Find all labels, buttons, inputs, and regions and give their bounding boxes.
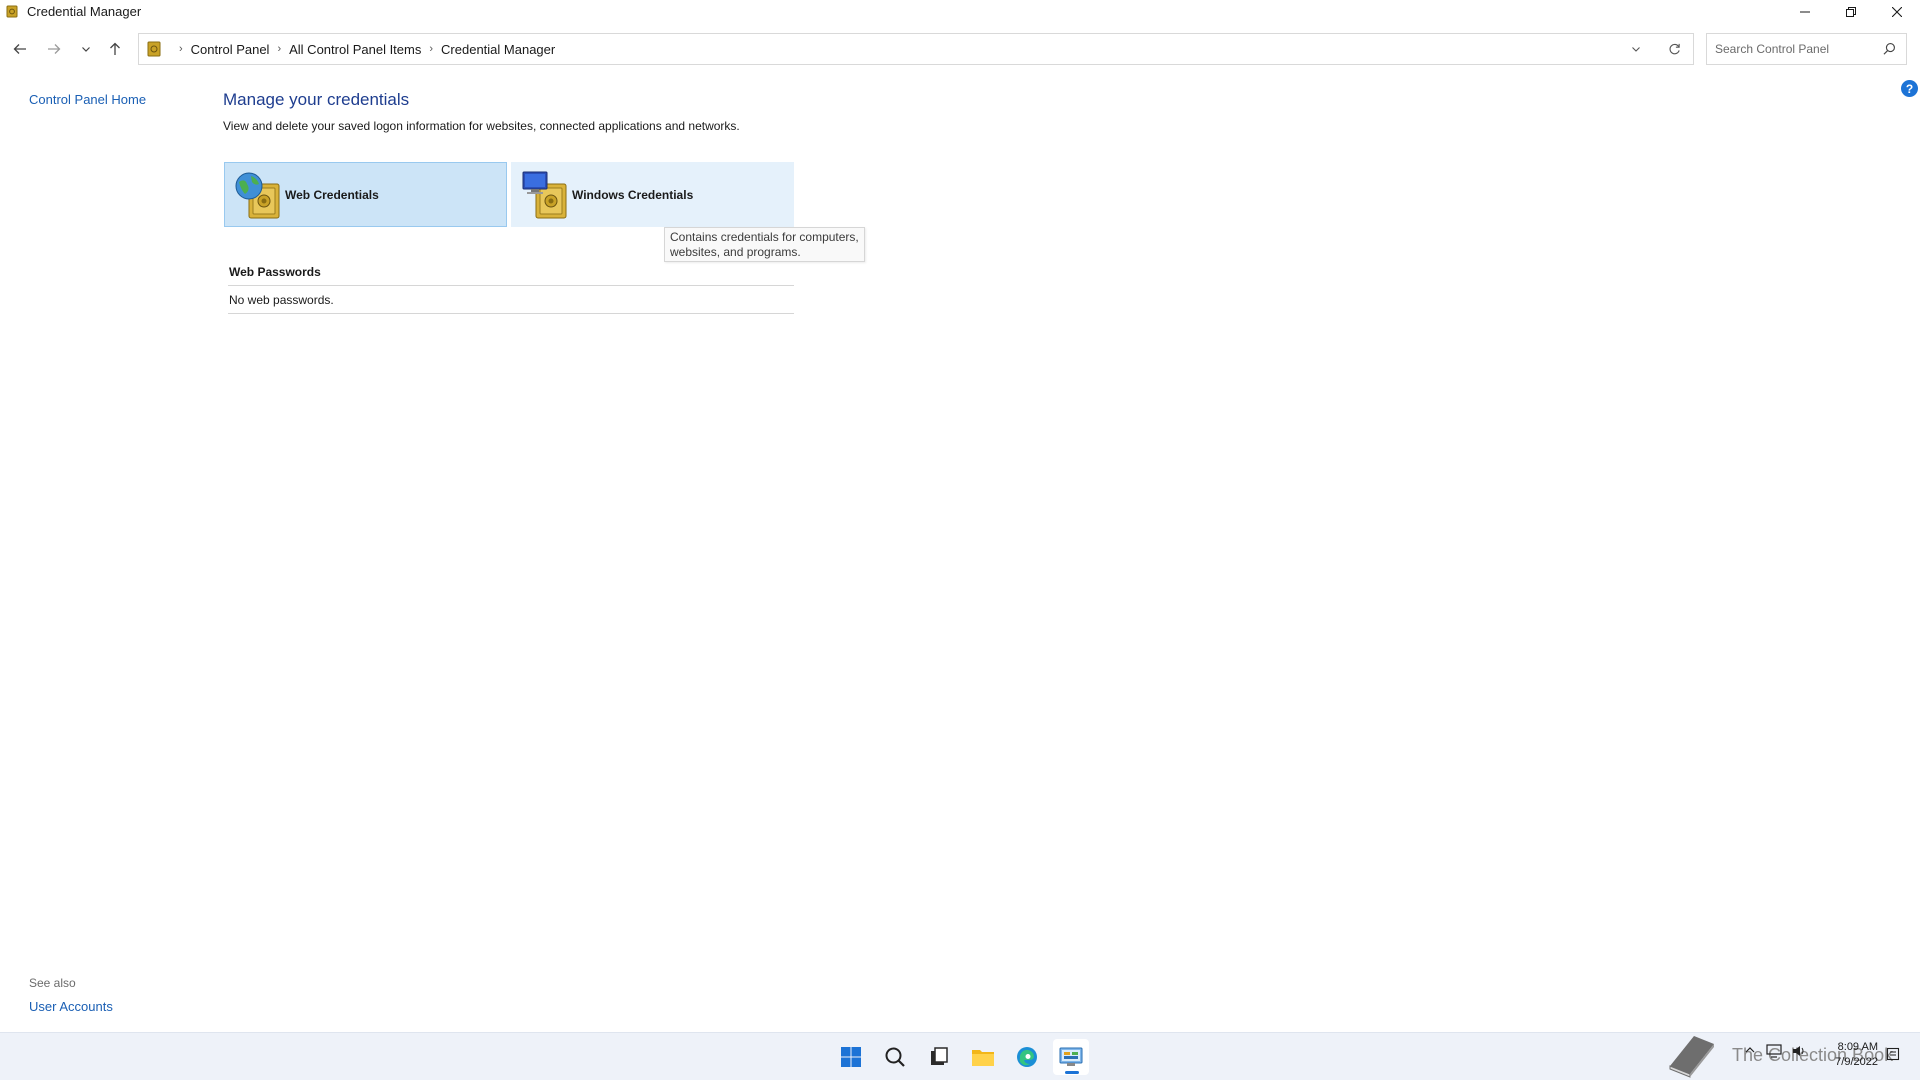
breadcrumb-chevron-icon: › bbox=[179, 43, 183, 55]
chevron-up-icon[interactable] bbox=[1744, 1044, 1756, 1061]
close-button[interactable] bbox=[1874, 0, 1920, 23]
up-button[interactable] bbox=[104, 38, 126, 60]
back-arrow-icon bbox=[13, 44, 26, 54]
windows-credentials-icon bbox=[520, 168, 570, 222]
recent-locations-button[interactable] bbox=[75, 38, 97, 60]
taskbar bbox=[0, 1032, 1920, 1080]
breadcrumb-all-items[interactable]: All Control Panel Items bbox=[289, 42, 421, 57]
help-icon[interactable]: ? bbox=[1901, 80, 1918, 97]
back-button[interactable] bbox=[9, 38, 31, 60]
credential-type-tiles: Web Credentials Windows Credentials bbox=[224, 162, 794, 227]
web-credentials-icon bbox=[233, 168, 283, 222]
main-content: Manage your credentials View and delete … bbox=[223, 90, 740, 133]
address-history-button[interactable] bbox=[1617, 34, 1655, 64]
search-box[interactable] bbox=[1706, 33, 1907, 65]
refresh-button[interactable] bbox=[1655, 34, 1693, 64]
book-icon bbox=[1669, 1036, 1714, 1078]
minimize-button[interactable] bbox=[1782, 0, 1828, 23]
clock-time: 8:09 AM bbox=[1837, 1041, 1878, 1053]
breadcrumb-credential-manager[interactable]: Credential Manager bbox=[441, 42, 555, 57]
window-title: Credential Manager bbox=[27, 4, 142, 19]
volume-icon[interactable] bbox=[1792, 1044, 1806, 1061]
notification-icon[interactable] bbox=[1886, 1047, 1900, 1064]
start-icon[interactable] bbox=[833, 1039, 869, 1075]
display-icon[interactable] bbox=[1766, 1044, 1782, 1061]
close-icon bbox=[1892, 6, 1902, 17]
breadcrumb-control-panel[interactable]: Control Panel bbox=[191, 42, 270, 57]
forward-button[interactable] bbox=[43, 38, 65, 60]
minimize-icon bbox=[1800, 11, 1810, 12]
control-panel-icon bbox=[147, 41, 163, 57]
search-input[interactable] bbox=[1715, 35, 1875, 63]
title-bar: Credential Manager bbox=[0, 0, 1920, 23]
empty-state-text: No web passwords. bbox=[229, 293, 334, 307]
left-pane: Control Panel Home See also User Account… bbox=[0, 67, 210, 1032]
breadcrumb-chevron-icon[interactable]: › bbox=[277, 43, 281, 55]
page-description: View and delete your saved logon informa… bbox=[223, 119, 740, 133]
navigation-bar: › Control Panel › All Control Panel Item… bbox=[0, 31, 1920, 67]
breadcrumb-chevron-icon[interactable]: › bbox=[429, 43, 433, 55]
tooltip: Contains credentials for computers, webs… bbox=[664, 227, 865, 262]
edge-icon[interactable] bbox=[1009, 1039, 1045, 1075]
forward-arrow-icon bbox=[48, 44, 61, 54]
clock-date: 7/9/2022 bbox=[1835, 1056, 1878, 1068]
web-credentials-tile[interactable]: Web Credentials bbox=[224, 162, 507, 227]
clock[interactable]: 8:09 AM 7/9/2022 bbox=[1826, 1040, 1878, 1070]
see-also-label: See also bbox=[29, 976, 76, 990]
system-tray bbox=[1744, 1044, 1806, 1061]
refresh-icon bbox=[1669, 43, 1680, 54]
windows-credentials-tile[interactable]: Windows Credentials bbox=[511, 162, 794, 227]
search-icon[interactable] bbox=[1883, 42, 1896, 58]
control-panel-icon[interactable] bbox=[1053, 1039, 1089, 1075]
page-title: Manage your credentials bbox=[223, 90, 410, 109]
restore-button[interactable] bbox=[1828, 0, 1874, 23]
taskbar-pinned-apps bbox=[833, 1033, 1089, 1080]
chevron-down-icon bbox=[82, 47, 90, 52]
file-explorer-icon[interactable] bbox=[965, 1039, 1001, 1075]
up-arrow-icon bbox=[110, 42, 120, 55]
restore-icon bbox=[1846, 6, 1856, 17]
search-icon[interactable] bbox=[877, 1039, 913, 1075]
windows-credentials-label: Windows Credentials bbox=[572, 187, 694, 202]
address-bar[interactable]: › Control Panel › All Control Panel Item… bbox=[138, 33, 1694, 65]
web-credentials-label: Web Credentials bbox=[285, 187, 379, 202]
credential-manager-icon bbox=[5, 5, 19, 19]
control-panel-home-link[interactable]: Control Panel Home bbox=[29, 92, 146, 107]
task-view-icon[interactable] bbox=[921, 1039, 957, 1075]
section-divider bbox=[228, 313, 794, 314]
user-accounts-link[interactable]: User Accounts bbox=[29, 999, 113, 1014]
chevron-down-icon bbox=[1632, 47, 1640, 52]
window-controls bbox=[1782, 0, 1920, 23]
section-title: Web Passwords bbox=[229, 265, 321, 279]
web-passwords-section: Web Passwords No web passwords. bbox=[228, 265, 794, 314]
